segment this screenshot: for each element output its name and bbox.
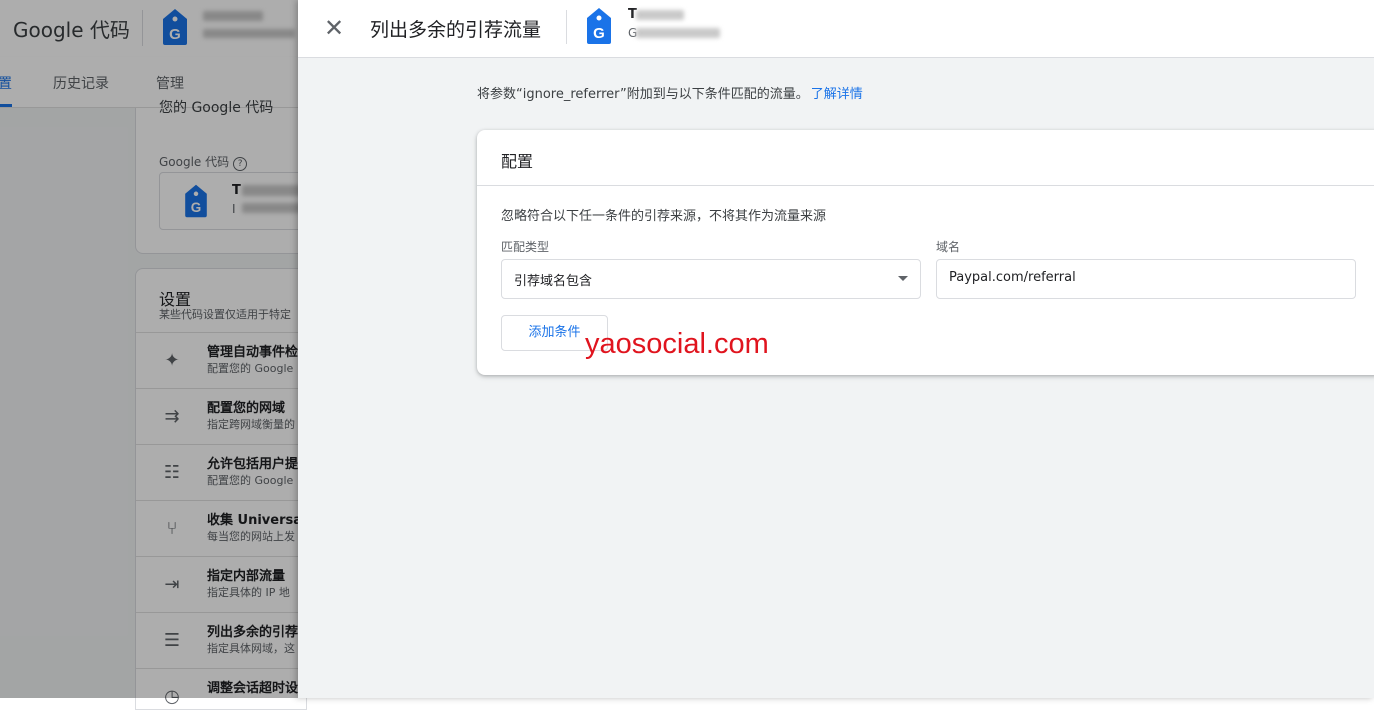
match-type-label: 匹配类型 <box>501 240 550 254</box>
config-title: 配置 <box>501 152 534 171</box>
domain-value: Paypal.com/referral <box>949 270 1076 285</box>
learn-more-link[interactable]: 了解详情 <box>811 87 863 102</box>
google-tag-icon: G <box>587 8 611 44</box>
intro-text: 将参数“ignore_referrer”附加到与以下条件匹配的流量。 了解详情 <box>477 83 863 102</box>
domain-input[interactable]: Paypal.com/referral <box>936 259 1356 299</box>
match-type-select[interactable]: 引荐域名包含 <box>501 259 921 299</box>
panel-title: 列出多余的引荐流量 <box>370 19 542 41</box>
referral-panel: ✕ 列出多余的引荐流量 G T G 将参数“ignore_referrer”附加… <box>298 0 1374 698</box>
modal-scrim[interactable] <box>0 0 298 698</box>
svg-text:G: G <box>593 25 605 42</box>
match-type-value: 引荐域名包含 <box>514 274 593 289</box>
panel-header: ✕ 列出多余的引荐流量 G T G <box>298 0 1374 58</box>
redacted-tag-id <box>636 28 720 38</box>
panel-header-divider <box>566 10 567 44</box>
redacted-tag-name <box>636 10 684 20</box>
intro-text-body: 将参数“ignore_referrer”附加到与以下条件匹配的流量。 <box>477 87 809 102</box>
watermark: yaosocial.com <box>585 328 769 360</box>
close-icon[interactable]: ✕ <box>320 14 348 42</box>
config-description: 忽略符合以下任一条件的引荐来源，不将其作为流量来源 <box>501 209 827 224</box>
domain-label: 域名 <box>936 240 961 254</box>
dropdown-arrow-icon <box>898 276 908 281</box>
config-divider <box>477 185 1374 186</box>
